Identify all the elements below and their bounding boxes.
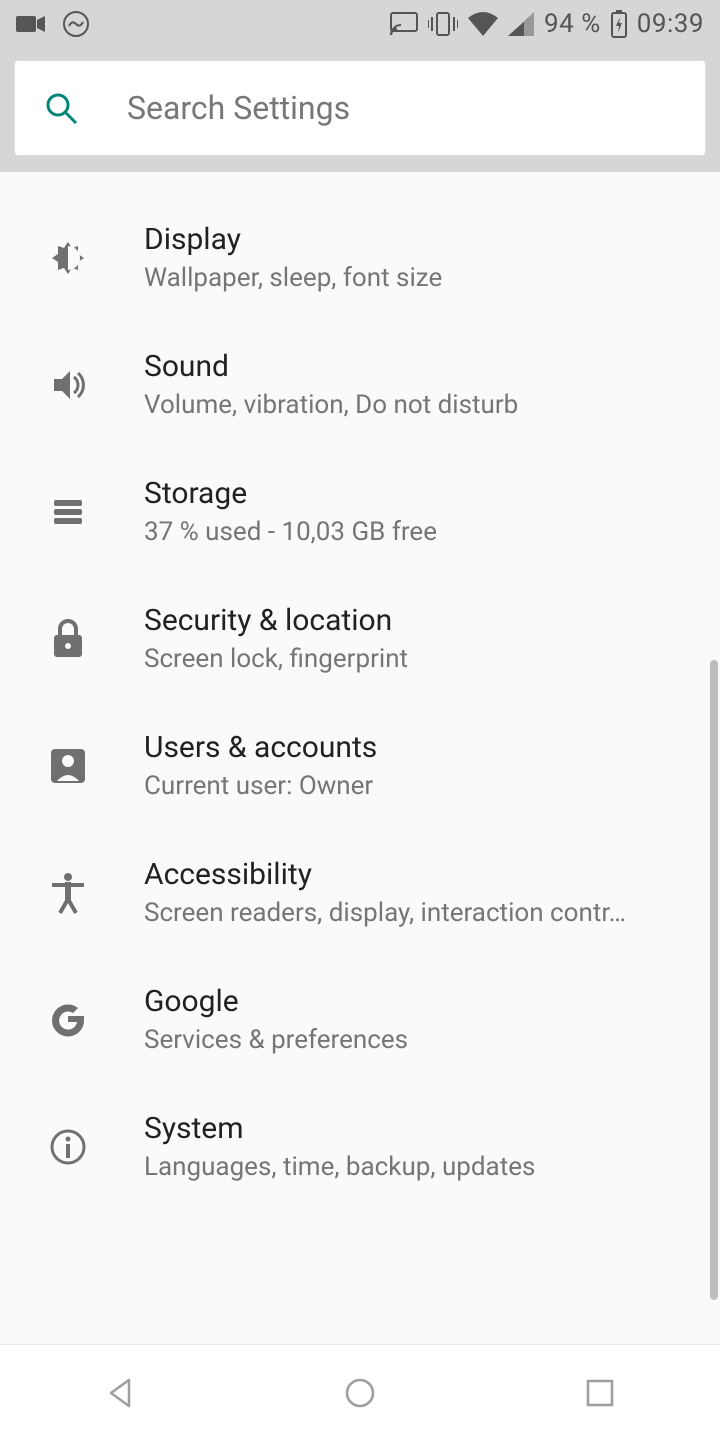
video-icon (16, 14, 46, 34)
item-subtitle: Current user: Owner (144, 771, 377, 801)
app-circle-icon (62, 10, 90, 38)
item-subtitle: Volume, vibration, Do not disturb (144, 390, 518, 420)
item-title: Security & location (144, 603, 408, 638)
search-placeholder: Search Settings (127, 89, 350, 127)
item-title: System (144, 1111, 535, 1146)
item-subtitle: Services & preferences (144, 1025, 408, 1055)
search-box[interactable]: Search Settings (14, 60, 706, 156)
item-title: Storage (144, 476, 437, 511)
item-subtitle: Wallpaper, sleep, font size (144, 263, 442, 293)
settings-item-storage[interactable]: Storage 37 % used - 10,03 GB free (0, 448, 720, 575)
info-icon (48, 1127, 88, 1167)
item-subtitle: Languages, time, backup, updates (144, 1152, 535, 1182)
settings-list-container: Display Wallpaper, sleep, font size Soun… (0, 172, 720, 1344)
accessibility-icon (48, 871, 88, 915)
settings-item-sound[interactable]: Sound Volume, vibration, Do not disturb (0, 321, 720, 448)
item-title: Users & accounts (144, 730, 377, 765)
settings-item-users[interactable]: Users & accounts Current user: Owner (0, 702, 720, 829)
google-icon (48, 1000, 88, 1040)
lock-icon (50, 619, 86, 659)
status-left (16, 10, 90, 38)
item-title: Display (144, 222, 442, 257)
item-subtitle: Screen readers, display, interaction con… (144, 898, 626, 928)
sound-icon (48, 365, 88, 405)
battery-percent: 94 % (544, 9, 601, 39)
vibrate-icon (428, 11, 458, 37)
search-icon (43, 90, 79, 126)
item-subtitle: 37 % used - 10,03 GB free (144, 517, 437, 547)
navigation-bar (0, 1344, 720, 1440)
battery-charging-icon (611, 10, 627, 38)
item-title: Accessibility (144, 857, 626, 892)
account-icon (49, 747, 87, 785)
search-bar-container: Search Settings (0, 48, 720, 172)
settings-item-system[interactable]: System Languages, time, backup, updates (0, 1083, 720, 1210)
settings-item-display[interactable]: Display Wallpaper, sleep, font size (0, 194, 720, 321)
nav-home-button[interactable] (336, 1369, 384, 1417)
cast-icon (390, 12, 418, 36)
wifi-icon (468, 12, 498, 36)
nav-recent-button[interactable] (576, 1369, 624, 1417)
settings-item-accessibility[interactable]: Accessibility Screen readers, display, i… (0, 829, 720, 956)
signal-icon (508, 12, 534, 36)
status-bar: 94 % 09:39 (0, 0, 720, 48)
display-icon (48, 238, 88, 278)
item-subtitle: Screen lock, fingerprint (144, 644, 408, 674)
settings-item-security[interactable]: Security & location Screen lock, fingerp… (0, 575, 720, 702)
item-title: Sound (144, 349, 518, 384)
scroll-indicator (710, 660, 718, 1300)
nav-back-button[interactable] (96, 1369, 144, 1417)
item-title: Google (144, 984, 408, 1019)
status-right: 94 % 09:39 (390, 9, 704, 39)
settings-list: Display Wallpaper, sleep, font size Soun… (0, 172, 720, 1210)
storage-icon (48, 492, 88, 532)
settings-item-google[interactable]: Google Services & preferences (0, 956, 720, 1083)
clock: 09:39 (637, 9, 704, 39)
